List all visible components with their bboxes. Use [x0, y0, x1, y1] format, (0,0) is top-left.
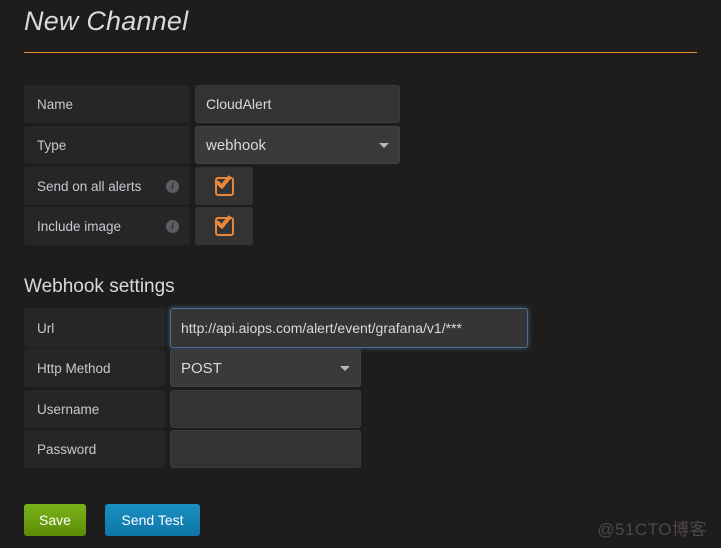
- label-name: Name: [24, 85, 190, 123]
- form-row-username: Username: [24, 390, 361, 428]
- http-method-select-value: POST: [181, 359, 222, 377]
- type-select-value: webhook: [206, 136, 267, 154]
- info-icon[interactable]: i: [166, 179, 179, 193]
- label-username: Username: [24, 390, 165, 428]
- form-row-include-image: Include image i: [24, 207, 253, 245]
- include-image-checkbox-cell[interactable]: [195, 207, 253, 245]
- page-title: New Channel: [24, 6, 189, 36]
- label-password-text: Password: [37, 441, 97, 457]
- title-underline: [24, 52, 697, 53]
- send-on-all-alerts-checkbox[interactable]: [214, 171, 234, 196]
- send-test-button[interactable]: Send Test: [105, 504, 200, 536]
- label-type-text: Type: [37, 137, 67, 153]
- send-on-all-alerts-checkbox-cell[interactable]: [195, 167, 253, 205]
- url-input[interactable]: http://api.aiops.com/alert/event/grafana…: [170, 308, 528, 348]
- save-button[interactable]: Save: [24, 504, 86, 536]
- label-send-on-all-alerts-text: Send on all alerts: [37, 178, 142, 194]
- name-input-value: CloudAlert: [206, 96, 272, 112]
- form-row-type: Type webhook: [24, 126, 400, 164]
- webhook-settings-heading: Webhook settings: [24, 276, 175, 297]
- label-http-method: Http Method: [24, 349, 165, 387]
- check-icon: [214, 211, 232, 229]
- label-username-text: Username: [37, 401, 100, 417]
- label-type: Type: [24, 126, 190, 164]
- http-method-select[interactable]: POST: [170, 349, 361, 387]
- chevron-down-icon: [379, 143, 389, 148]
- name-input[interactable]: CloudAlert: [195, 85, 400, 123]
- form-row-name: Name CloudAlert: [24, 85, 400, 123]
- label-include-image: Include image i: [24, 207, 190, 245]
- form-row-password: Password: [24, 430, 361, 468]
- label-url-text: Url: [37, 320, 55, 336]
- chevron-down-icon: [340, 366, 350, 371]
- form-row-send-on-all-alerts: Send on all alerts i: [24, 167, 253, 205]
- include-image-checkbox[interactable]: [214, 211, 234, 236]
- url-input-value: http://api.aiops.com/alert/event/grafana…: [181, 320, 462, 336]
- info-icon[interactable]: i: [166, 219, 179, 233]
- label-name-text: Name: [37, 96, 74, 112]
- username-input[interactable]: [170, 390, 361, 428]
- form-row-http-method: Http Method POST: [24, 349, 361, 387]
- label-include-image-text: Include image: [37, 218, 122, 234]
- label-password: Password: [24, 430, 165, 468]
- label-url: Url: [24, 308, 165, 348]
- new-channel-page: New Channel Name CloudAlert Type webhook…: [0, 0, 721, 548]
- check-icon: [214, 171, 232, 189]
- watermark: @51CTO博客: [597, 520, 707, 539]
- label-send-on-all-alerts: Send on all alerts i: [24, 167, 190, 205]
- password-input[interactable]: [170, 430, 361, 468]
- label-http-method-text: Http Method: [37, 360, 111, 376]
- form-row-url: Url http://api.aiops.com/alert/event/gra…: [24, 308, 528, 348]
- type-select[interactable]: webhook: [195, 126, 400, 164]
